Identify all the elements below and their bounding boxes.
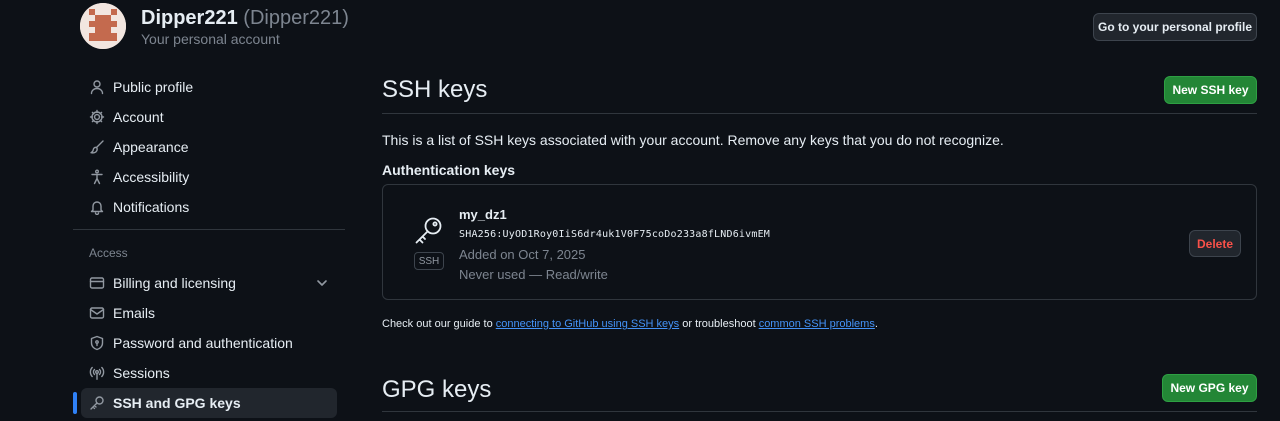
account-display-name: Dipper221 [141,7,238,29]
sidebar-item-ssh-gpg-keys[interactable]: SSH and GPG keys [81,388,337,418]
account-subtitle: Your personal account [141,31,280,47]
ssh-guide-text: Check out our guide to connecting to Git… [382,318,878,330]
sidebar-item-label: Password and authentication [113,335,293,351]
delete-key-button[interactable]: Delete [1189,230,1241,257]
sidebar-item-label: Emails [113,305,156,321]
sidebar-item-accessibility[interactable]: Accessibility [81,162,337,192]
new-ssh-key-button[interactable]: New SSH key [1164,76,1257,104]
mail-icon [89,305,105,321]
sidebar-item-label: SSH and GPG keys [113,395,241,411]
sidebar-item-billing[interactable]: Billing and licensing [81,268,337,298]
sidebar-item-label: Notifications [113,199,190,215]
authentication-keys-heading: Authentication keys [382,162,516,178]
key-icon [89,395,105,411]
ssh-description: This is a list of SSH keys associated wi… [382,132,1004,148]
gpg-heading-divider [382,411,1257,412]
new-gpg-key-button[interactable]: New GPG key [1162,374,1257,402]
sidebar-item-appearance[interactable]: Appearance [81,132,337,162]
chevron-down-icon[interactable] [315,276,329,290]
gear-icon [89,109,105,125]
guide-prefix: Check out our guide to [382,318,496,330]
sidebar-item-label: Billing and licensing [113,275,236,291]
sidebar-section-access: Access [89,246,128,260]
account-name: Dipper221 (Dipper221) [141,7,349,30]
accessibility-icon [89,169,105,185]
ssh-key-added-date: Added on Oct 7, 2025 [459,247,586,262]
settings-page: Dipper221 (Dipper221) Your personal acco… [0,0,1280,421]
sidebar-item-label: Sessions [113,365,170,381]
avatar[interactable] [80,3,126,49]
ssh-key-fingerprint: SHA256:UyOD1Roy0IiS6dr4uk1V0F75coDo233a8… [459,229,771,240]
ssh-key-title: my_dz1 [459,207,507,222]
ssh-keys-heading: SSH keys [382,76,488,103]
ssh-heading-divider [382,113,1257,114]
ssh-connecting-guide-link[interactable]: connecting to GitHub using SSH keys [496,318,679,330]
key-icon [413,215,445,247]
sidebar-item-sessions[interactable]: Sessions [81,358,337,388]
sidebar-item-notifications[interactable]: Notifications [81,192,337,222]
person-icon [89,79,105,95]
sidebar-item-label: Public profile [113,79,194,95]
sidebar-item-label: Accessibility [113,169,190,185]
guide-middle: or troubleshoot [679,318,759,330]
guide-suffix: . [874,318,878,330]
sidebar-item-public-profile[interactable]: Public profile [81,72,337,102]
account-login: (Dipper221) [243,7,349,29]
broadcast-icon [89,365,105,381]
sidebar-item-account[interactable]: Account [81,102,337,132]
sidebar-divider [73,229,345,230]
go-to-profile-button[interactable]: Go to your personal profile [1093,13,1257,41]
shield-lock-icon [89,335,105,351]
bell-icon [89,199,105,215]
gpg-keys-heading: GPG keys [382,376,492,403]
sidebar-item-label: Appearance [113,139,189,155]
sidebar-item-label: Account [113,109,164,125]
credit-card-icon [89,275,105,291]
ssh-key-item: SSH my_dz1 SHA256:UyOD1Roy0IiS6dr4uk1V0F… [382,184,1257,300]
active-indicator [73,392,77,414]
ssh-key-usage: Never used — Read/write [459,267,608,282]
sidebar-item-emails[interactable]: Emails [81,298,337,328]
paintbrush-icon [89,139,105,155]
sidebar-item-password-authentication[interactable]: Password and authentication [81,328,337,358]
ssh-type-label: SSH [414,252,444,270]
ssh-troubleshoot-link[interactable]: common SSH problems [759,318,875,330]
